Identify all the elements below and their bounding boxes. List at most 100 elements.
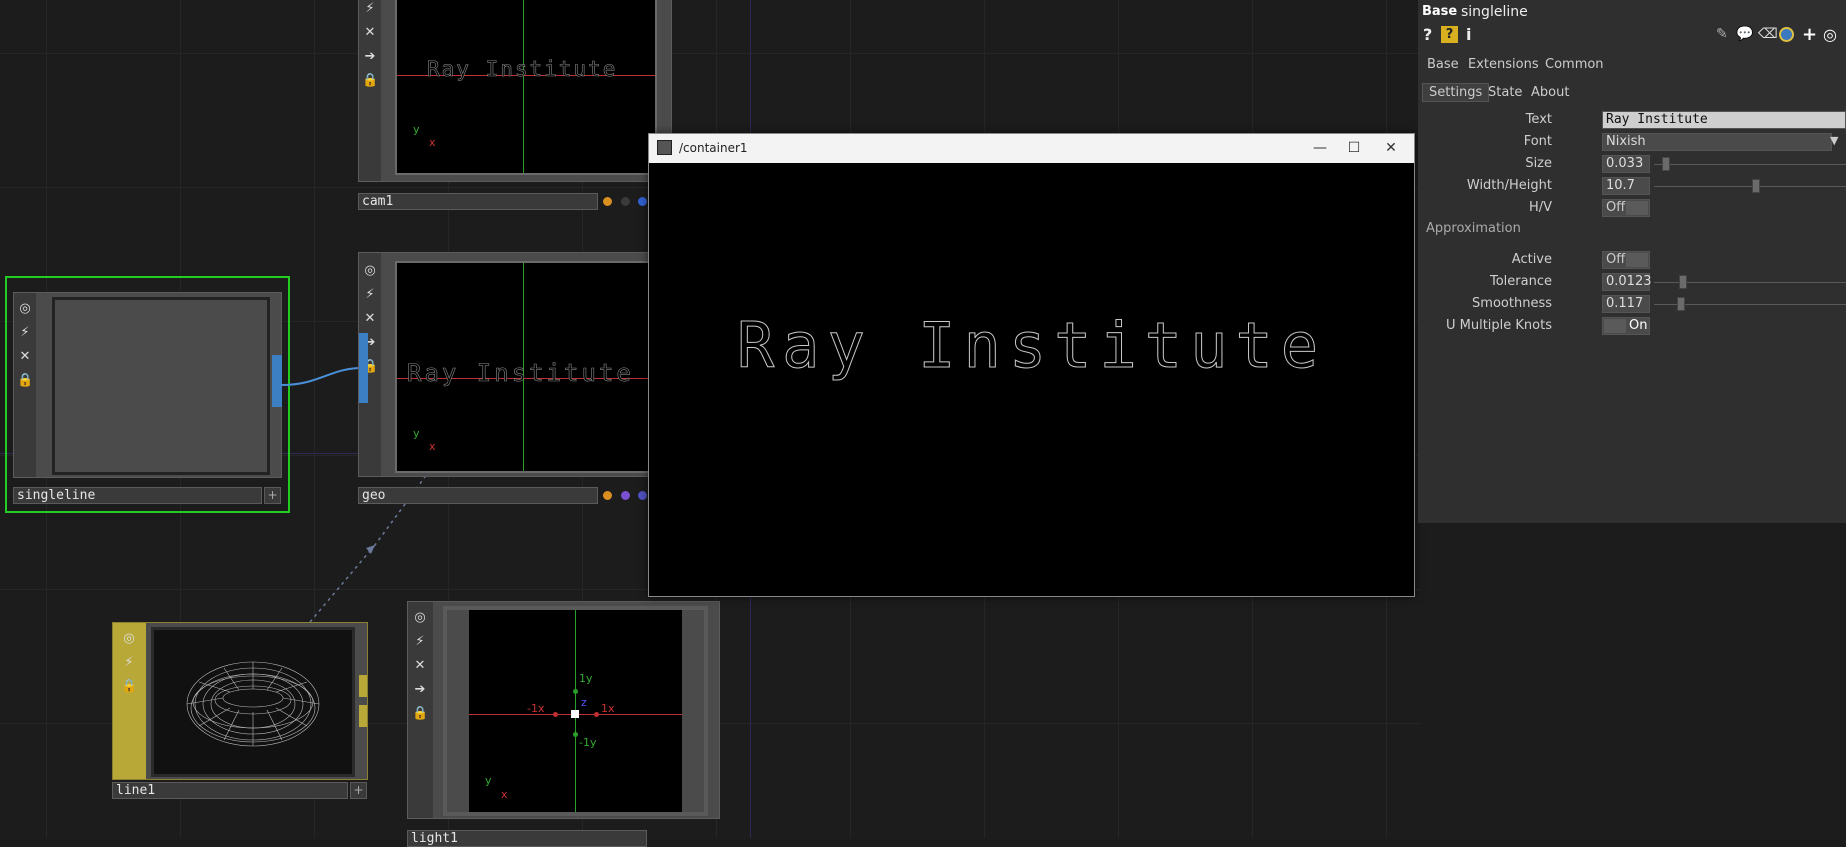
node-side-toolbar: ◎ ⚡ 🔒: [113, 623, 146, 779]
clear-icon[interactable]: ⌫: [1758, 26, 1778, 42]
window-titlebar[interactable]: /container1 — ☐ ✕: [649, 134, 1414, 163]
active-toggle-value: Off: [1606, 252, 1626, 267]
size-field[interactable]: 0.033: [1602, 155, 1650, 173]
lock-icon[interactable]: 🔒: [412, 706, 428, 722]
light-center-marker[interactable]: [571, 710, 579, 718]
axis-label-z: z: [581, 696, 587, 709]
node-geo[interactable]: ◎ ⚡ ✕ ➔ 🔒 Ray Institute y x: [358, 252, 672, 477]
tab-about[interactable]: About: [1531, 85, 1569, 100]
node-line1[interactable]: ◎ ⚡ 🔒: [112, 622, 368, 780]
toggle-knob: [1626, 253, 1648, 267]
app-icon: [657, 140, 672, 155]
param-label-text: Text: [1525, 112, 1552, 127]
lock-icon[interactable]: 🔒: [121, 679, 137, 695]
add-icon[interactable]: +: [1802, 24, 1817, 45]
flag-icon[interactable]: ⚡: [362, 287, 378, 303]
parameter-panel[interactable]: Base singleline ? ? i ✎ 💬 ⌫ + ◎ Base Ext…: [1418, 0, 1846, 523]
param-label-font: Font: [1523, 134, 1552, 149]
flag-icon[interactable]: ⚡: [412, 634, 428, 650]
tab-state[interactable]: State: [1488, 85, 1522, 100]
axis-handle[interactable]: [573, 732, 578, 737]
axis-x-letter: x: [429, 440, 436, 453]
wire-singleline-geo: [280, 367, 363, 386]
tab-common[interactable]: Common: [1545, 57, 1604, 72]
size-slider-track[interactable]: [1654, 164, 1846, 165]
param-label-smoothness: Smoothness: [1472, 296, 1552, 311]
panel-toolbar: ? ? i ✎ 💬 ⌫ + ◎: [1418, 24, 1846, 46]
target-icon[interactable]: ◎: [1823, 25, 1837, 44]
hv-toggle[interactable]: Off: [1602, 199, 1650, 217]
node-label-geo[interactable]: geo: [358, 487, 598, 504]
axis-label-y-neg: -1y: [579, 736, 597, 749]
width-height-field[interactable]: 10.7: [1602, 177, 1650, 195]
python-icon[interactable]: [1779, 27, 1794, 42]
bypass-icon[interactable]: ✕: [362, 311, 378, 327]
node-viewport[interactable]: -1x 1x 1y -1y z y x: [443, 606, 708, 816]
wire-dashed: [374, 469, 431, 546]
operator-name[interactable]: singleline: [1461, 4, 1528, 20]
axis-handle[interactable]: [553, 712, 558, 717]
width-height-slider-track[interactable]: [1654, 186, 1846, 187]
node-label-light1[interactable]: light1: [407, 830, 647, 847]
viewer-window[interactable]: /container1 — ☐ ✕ Ray Institute: [648, 133, 1415, 597]
edit-icon[interactable]: ✎: [1716, 26, 1728, 42]
smoothness-slider-knob[interactable]: [1677, 297, 1685, 311]
target-icon[interactable]: ◎: [121, 631, 137, 647]
arrow-icon[interactable]: ➔: [412, 682, 428, 698]
axis-handle[interactable]: [573, 689, 578, 694]
output-connector[interactable]: [359, 705, 367, 727]
viewport-margin: [447, 610, 469, 812]
node-light1[interactable]: ◎ ⚡ ✕ ➔ 🔒 -1x 1x 1y -1y z y x: [407, 601, 720, 819]
viewport-margin: [682, 610, 704, 812]
torus-wireframe: [186, 661, 320, 747]
u-multiple-knots-value: On: [1629, 318, 1648, 333]
info-icon[interactable]: i: [1466, 25, 1471, 44]
size-slider-knob[interactable]: [1662, 157, 1670, 171]
tab-settings[interactable]: Settings: [1422, 83, 1490, 102]
tab-extensions[interactable]: Extensions: [1468, 57, 1539, 72]
node-side-toolbar: ◎ ⚡ ✕ ➔ 🔒: [408, 602, 433, 818]
minimize-button[interactable]: —: [1304, 137, 1336, 159]
target-icon[interactable]: ◎: [412, 610, 428, 626]
add-node-button[interactable]: +: [350, 782, 367, 799]
render-flag-dot[interactable]: [621, 491, 630, 500]
smoothness-field[interactable]: 0.117: [1602, 295, 1650, 313]
viewer-flag-dot[interactable]: [638, 491, 647, 500]
chevron-down-icon[interactable]: ▼: [1830, 134, 1838, 147]
input-connector[interactable]: [359, 333, 368, 403]
toggle-knob: [1626, 201, 1648, 215]
u-multiple-knots-toggle[interactable]: On: [1602, 317, 1650, 335]
tolerance-slider-knob[interactable]: [1679, 275, 1687, 289]
width-height-slider-knob[interactable]: [1752, 179, 1760, 193]
output-connector[interactable]: [359, 675, 367, 697]
param-label-u-multiple-knots: U Multiple Knots: [1445, 318, 1552, 333]
display-flag-dot[interactable]: [603, 491, 612, 500]
node-label-line1[interactable]: line1: [112, 782, 348, 799]
text-field[interactable]: Ray Institute: [1602, 111, 1846, 129]
font-dropdown[interactable]: Nixish: [1602, 133, 1832, 151]
param-label-size: Size: [1525, 156, 1552, 171]
node-viewport[interactable]: Ray Institute y x: [395, 261, 657, 473]
bypass-icon[interactable]: ✕: [412, 658, 428, 674]
param-label-hv: H/V: [1528, 200, 1552, 215]
node-viewport[interactable]: [151, 627, 355, 777]
flag-icon[interactable]: ⚡: [121, 655, 137, 671]
rendered-text: Ray Institute: [736, 309, 1327, 383]
target-icon[interactable]: ◎: [362, 263, 378, 279]
tolerance-field[interactable]: 0.0123: [1602, 273, 1652, 291]
python-help-icon[interactable]: ?: [1441, 26, 1458, 43]
window-title: /container1: [679, 141, 748, 155]
wire-arrow: [366, 545, 375, 554]
tab-base[interactable]: Base: [1427, 57, 1459, 72]
active-toggle[interactable]: Off: [1602, 251, 1650, 269]
comment-icon[interactable]: 💬: [1736, 26, 1753, 42]
help-icon[interactable]: ?: [1423, 25, 1432, 44]
axis-label-y-pos: 1y: [579, 672, 593, 685]
axis-handle[interactable]: [594, 712, 599, 717]
hv-toggle-value: Off: [1606, 200, 1626, 215]
param-label-active: Active: [1511, 252, 1552, 267]
panel-header: Base singleline: [1418, 0, 1846, 22]
viewport-text: Ray Institute: [407, 359, 634, 388]
axis-label-x-neg: -1x: [527, 702, 545, 715]
section-approximation: Approximation: [1426, 221, 1521, 236]
